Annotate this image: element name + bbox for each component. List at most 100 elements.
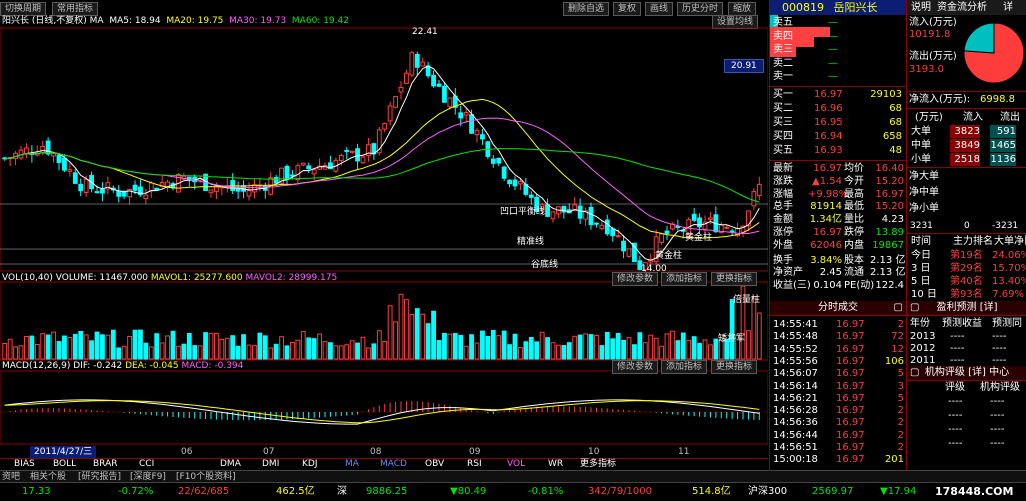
tab-fundflow[interactable]: 资金流分析 (937, 0, 987, 15)
candle-body (273, 176, 279, 184)
stat-label: 涨停 (773, 227, 793, 238)
volume-bar (545, 337, 550, 360)
tab-fundflow-detail[interactable]: 详 (1003, 0, 1013, 15)
volume-bar (534, 341, 540, 360)
vol-modify-params-button[interactable]: 修改参数 (612, 272, 659, 286)
fundflow-pie (963, 22, 1025, 84)
stat-label: 内盘 (844, 239, 864, 251)
ranking-rank: 第29名 (950, 263, 983, 274)
indicator-tab-dma[interactable]: DMA (220, 459, 241, 470)
candle-body (132, 184, 138, 191)
candle-body (610, 228, 616, 237)
fundflow-row-label: 中单 (911, 140, 931, 151)
volume-bar (360, 336, 366, 360)
stat-value: +9.98% (808, 188, 849, 200)
fundflow-row-in: 3849 (950, 139, 980, 152)
indicator-tab-obv[interactable]: OBV (425, 459, 444, 470)
pie-slice (963, 22, 995, 54)
volume-pane-header: VOL(10,40) VOLUME: 11467.000 MAVOL1: 252… (2, 272, 337, 284)
trade-price: 16.97 (836, 331, 865, 343)
rating-center-link[interactable]: 中心 (989, 367, 1009, 378)
orderbook-buy-volume: 658 (882, 131, 902, 142)
volume-bar (626, 337, 632, 360)
fundflow-row-label: 大单 (911, 126, 931, 137)
month-label-09: 09 (469, 447, 481, 457)
tab-explain[interactable]: 说明 (911, 0, 931, 15)
macd-add-indicator-button[interactable]: 添加指标 (661, 360, 708, 374)
candle-body (724, 226, 730, 229)
candle-body (550, 211, 556, 220)
forecast-detail-link[interactable]: [详] (980, 302, 998, 313)
indicator-tab-macd[interactable]: MACD (380, 459, 407, 470)
macd-modify-params-button[interactable]: 修改参数 (612, 360, 659, 374)
candle-body (67, 169, 73, 172)
mavol2-value: MAVOL2: 28999.175 (245, 273, 338, 283)
indicator-tab-rsi[interactable]: RSI (467, 459, 482, 470)
price-level-box: 20.91 (724, 59, 764, 73)
trade-time: 14:56:44 (773, 429, 818, 441)
forecast-head: 年份 (910, 318, 930, 329)
orderbook-buy-price: 16.96 (814, 103, 843, 114)
indicator-tab-boll[interactable]: BOLL (53, 459, 76, 470)
net-inflow-label: 净流入(万元): (909, 94, 971, 105)
candle-body (496, 157, 502, 164)
stat-value: 16.40 (875, 163, 904, 174)
stat-label: 收益(三) (773, 280, 811, 292)
candle-body (246, 190, 252, 197)
rating-head: 评级 (945, 382, 965, 393)
volume-bar (756, 312, 762, 360)
indicator-tab-ma[interactable]: MA (345, 459, 359, 470)
indicator-tab-more[interactable]: 更多指标 (580, 459, 616, 470)
indicator-tab-brar[interactable]: BRAR (93, 459, 117, 470)
volume-bar (159, 342, 165, 360)
indicator-tab-cci[interactable]: CCI (139, 459, 154, 470)
trade-price: 16.97 (836, 319, 865, 330)
candle-body (40, 145, 46, 154)
volume-bar (143, 342, 149, 360)
rating-close-icon[interactable]: ▢ (910, 366, 919, 380)
rating-detail-link[interactable]: [详] (968, 367, 986, 378)
outflow-label: 流出(万元) (909, 51, 957, 62)
stat-value: 15.20 (875, 201, 904, 213)
indicator-tab-dmi[interactable]: DMI (262, 459, 279, 470)
volume-bar (322, 341, 328, 360)
vol-value: VOLUME: 11467.000 (55, 273, 149, 283)
trade-price: 16.97 (836, 454, 865, 466)
trades-more-icon[interactable]: ▢ (894, 301, 903, 315)
ranking-rank: 第19名 (950, 250, 983, 261)
volume-bar (284, 345, 290, 360)
indicator-tab-wr[interactable]: WR (548, 459, 563, 470)
volume-bar (18, 345, 24, 360)
ranking-period: 5 日 (911, 276, 931, 287)
volume-bar (262, 335, 268, 360)
orderbook-buy-price: 16.95 (814, 117, 843, 128)
volume-bar (621, 339, 626, 360)
vol-add-indicator-button[interactable]: 添加指标 (661, 272, 708, 286)
stat-value: 2.45 (819, 267, 842, 279)
volume-bar (127, 335, 132, 360)
candle-body (344, 149, 350, 152)
orderbook-sell-label: 卖二 (773, 57, 793, 69)
candle-body (148, 182, 154, 192)
candle-body (474, 130, 480, 136)
volume-bar (442, 332, 447, 360)
forecast-close-icon[interactable]: ▢ (910, 301, 919, 315)
trades-header: 分时成交 ▢ (770, 301, 906, 316)
fundflow-head-in: 流入 (963, 112, 983, 123)
vol-change-indicator-button[interactable]: 更换指标 (711, 272, 758, 286)
volume-bar (241, 334, 246, 360)
indicator-tab-bias[interactable]: BIAS (14, 459, 35, 470)
volume-bar (452, 333, 458, 360)
stat-label: 换手 (773, 254, 793, 266)
kline-chart[interactable] (0, 0, 768, 470)
indicator-tab-kdj[interactable]: KDJ (302, 459, 318, 470)
stock-code: 000819 (782, 1, 824, 14)
volume-bar (208, 332, 214, 360)
rating-value: ---- (948, 396, 963, 407)
candle-body (100, 188, 105, 194)
candle-body (756, 183, 762, 197)
annotation-double-volume: 倍量柱 (733, 295, 761, 305)
trade-volume: 5 (897, 392, 904, 404)
indicator-tab-vol[interactable]: VOL (507, 459, 525, 470)
macd-change-indicator-button[interactable]: 更换指标 (711, 360, 758, 374)
